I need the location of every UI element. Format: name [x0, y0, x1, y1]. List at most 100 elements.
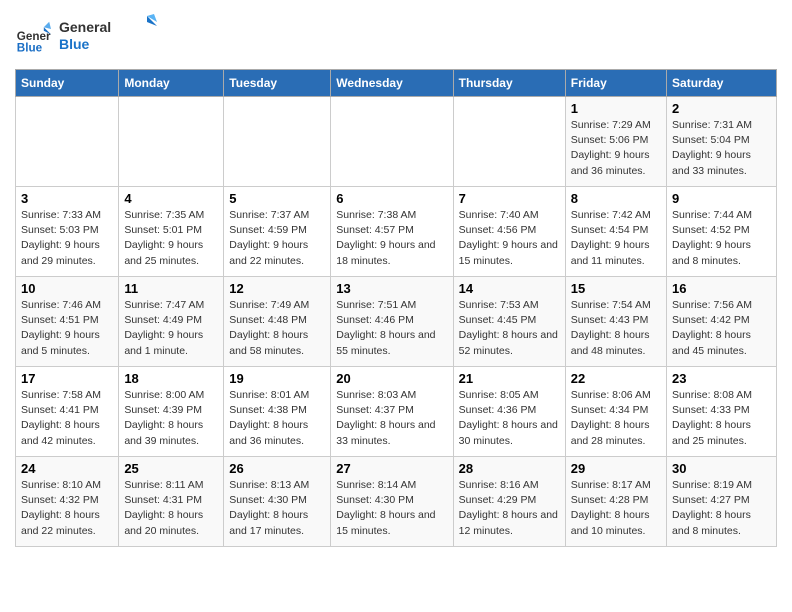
day-cell: 22 Sunrise: 8:06 AM Sunset: 4:34 PM Dayli… — [565, 367, 666, 457]
day-cell: 21Sunrise: 8:05 AM Sunset: 4:36 PM Dayli… — [453, 367, 565, 457]
day-cell: 7 Sunrise: 7:40 AM Sunset: 4:56 PM Daylig… — [453, 187, 565, 277]
day-number: 27 — [336, 461, 447, 476]
day-info: Sunrise: 7:53 AM Sunset: 4:45 PM Dayligh… — [459, 298, 560, 359]
header-cell-thursday: Thursday — [453, 70, 565, 97]
day-number: 6 — [336, 191, 447, 206]
svg-text:Blue: Blue — [17, 41, 43, 54]
day-info: Sunrise: 8:10 AM Sunset: 4:32 PM Dayligh… — [21, 478, 113, 539]
day-cell: 3 Sunrise: 7:33 AM Sunset: 5:03 PM Daylig… — [16, 187, 119, 277]
day-cell: 11Sunrise: 7:47 AM Sunset: 4:49 PM Dayli… — [119, 277, 224, 367]
day-info: Sunrise: 7:40 AM Sunset: 4:56 PM Dayligh… — [459, 208, 560, 269]
day-info: Sunrise: 7:58 AM Sunset: 4:41 PM Dayligh… — [21, 388, 113, 449]
day-number: 13 — [336, 281, 447, 296]
day-number: 1 — [571, 101, 661, 116]
day-number: 18 — [124, 371, 218, 386]
day-cell: 4Sunrise: 7:35 AM Sunset: 5:01 PM Daylig… — [119, 187, 224, 277]
day-number: 20 — [336, 371, 447, 386]
day-info: Sunrise: 7:38 AM Sunset: 4:57 PM Dayligh… — [336, 208, 447, 269]
day-cell: 2Sunrise: 7:31 AM Sunset: 5:04 PM Daylig… — [667, 97, 777, 187]
day-info: Sunrise: 8:03 AM Sunset: 4:37 PM Dayligh… — [336, 388, 447, 449]
day-cell: 27 Sunrise: 8:14 AM Sunset: 4:30 PM Dayli… — [331, 457, 453, 547]
svg-text:General: General — [59, 19, 111, 35]
day-number: 3 — [21, 191, 113, 206]
day-info: Sunrise: 7:54 AM Sunset: 4:43 PM Dayligh… — [571, 298, 661, 359]
day-info: Sunrise: 7:35 AM Sunset: 5:01 PM Dayligh… — [124, 208, 218, 269]
day-cell: 9Sunrise: 7:44 AM Sunset: 4:52 PM Daylig… — [667, 187, 777, 277]
day-number: 26 — [229, 461, 325, 476]
day-number: 16 — [672, 281, 771, 296]
header-cell-friday: Friday — [565, 70, 666, 97]
day-info: Sunrise: 7:51 AM Sunset: 4:46 PM Dayligh… — [336, 298, 447, 359]
week-row-2: 10 Sunrise: 7:46 AM Sunset: 4:51 PM Dayli… — [16, 277, 777, 367]
day-info: Sunrise: 7:49 AM Sunset: 4:48 PM Dayligh… — [229, 298, 325, 359]
day-number: 5 — [229, 191, 325, 206]
day-number: 15 — [571, 281, 661, 296]
day-cell: 17 Sunrise: 7:58 AM Sunset: 4:41 PM Dayli… — [16, 367, 119, 457]
day-info: Sunrise: 8:13 AM Sunset: 4:30 PM Dayligh… — [229, 478, 325, 539]
day-number: 12 — [229, 281, 325, 296]
calendar-body: 1Sunrise: 7:29 AM Sunset: 5:06 PM Daylig… — [16, 97, 777, 547]
day-info: Sunrise: 8:19 AM Sunset: 4:27 PM Dayligh… — [672, 478, 771, 539]
day-info: Sunrise: 8:01 AM Sunset: 4:38 PM Dayligh… — [229, 388, 325, 449]
day-number: 8 — [571, 191, 661, 206]
day-info: Sunrise: 8:06 AM Sunset: 4:34 PM Dayligh… — [571, 388, 661, 449]
day-cell — [16, 97, 119, 187]
day-info: Sunrise: 8:16 AM Sunset: 4:29 PM Dayligh… — [459, 478, 560, 539]
svg-text:Blue: Blue — [59, 36, 90, 52]
header-row: SundayMondayTuesdayWednesdayThursdayFrid… — [16, 70, 777, 97]
day-cell: 24 Sunrise: 8:10 AM Sunset: 4:32 PM Dayli… — [16, 457, 119, 547]
day-info: Sunrise: 8:14 AM Sunset: 4:30 PM Dayligh… — [336, 478, 447, 539]
day-cell: 10 Sunrise: 7:46 AM Sunset: 4:51 PM Dayli… — [16, 277, 119, 367]
day-number: 19 — [229, 371, 325, 386]
week-row-1: 3 Sunrise: 7:33 AM Sunset: 5:03 PM Daylig… — [16, 187, 777, 277]
day-info: Sunrise: 7:33 AM Sunset: 5:03 PM Dayligh… — [21, 208, 113, 269]
day-cell: 29 Sunrise: 8:17 AM Sunset: 4:28 PM Dayli… — [565, 457, 666, 547]
day-number: 28 — [459, 461, 560, 476]
day-info: Sunrise: 7:31 AM Sunset: 5:04 PM Dayligh… — [672, 118, 771, 179]
day-cell: 14 Sunrise: 7:53 AM Sunset: 4:45 PM Dayli… — [453, 277, 565, 367]
day-number: 21 — [459, 371, 560, 386]
day-cell: 16 Sunrise: 7:56 AM Sunset: 4:42 PM Dayli… — [667, 277, 777, 367]
day-info: Sunrise: 7:46 AM Sunset: 4:51 PM Dayligh… — [21, 298, 113, 359]
day-cell: 19 Sunrise: 8:01 AM Sunset: 4:38 PM Dayli… — [224, 367, 331, 457]
day-cell: 5 Sunrise: 7:37 AM Sunset: 4:59 PM Daylig… — [224, 187, 331, 277]
day-cell — [331, 97, 453, 187]
week-row-4: 24 Sunrise: 8:10 AM Sunset: 4:32 PM Dayli… — [16, 457, 777, 547]
day-number: 9 — [672, 191, 771, 206]
day-cell — [119, 97, 224, 187]
day-number: 7 — [459, 191, 560, 206]
day-info: Sunrise: 8:11 AM Sunset: 4:31 PM Dayligh… — [124, 478, 218, 539]
week-row-3: 17 Sunrise: 7:58 AM Sunset: 4:41 PM Dayli… — [16, 367, 777, 457]
day-number: 23 — [672, 371, 771, 386]
day-number: 17 — [21, 371, 113, 386]
day-cell: 26 Sunrise: 8:13 AM Sunset: 4:30 PM Dayli… — [224, 457, 331, 547]
day-info: Sunrise: 8:08 AM Sunset: 4:33 PM Dayligh… — [672, 388, 771, 449]
day-cell: 8 Sunrise: 7:42 AM Sunset: 4:54 PM Daylig… — [565, 187, 666, 277]
day-cell: 18 Sunrise: 8:00 AM Sunset: 4:39 PM Dayli… — [119, 367, 224, 457]
day-info: Sunrise: 7:56 AM Sunset: 4:42 PM Dayligh… — [672, 298, 771, 359]
day-number: 30 — [672, 461, 771, 476]
day-number: 10 — [21, 281, 113, 296]
day-cell: 20 Sunrise: 8:03 AM Sunset: 4:37 PM Dayli… — [331, 367, 453, 457]
day-number: 24 — [21, 461, 113, 476]
day-info: Sunrise: 7:42 AM Sunset: 4:54 PM Dayligh… — [571, 208, 661, 269]
day-cell: 30 Sunrise: 8:19 AM Sunset: 4:27 PM Dayli… — [667, 457, 777, 547]
day-info: Sunrise: 8:17 AM Sunset: 4:28 PM Dayligh… — [571, 478, 661, 539]
day-cell: 23 Sunrise: 8:08 AM Sunset: 4:33 PM Dayli… — [667, 367, 777, 457]
day-cell: 6 Sunrise: 7:38 AM Sunset: 4:57 PM Daylig… — [331, 187, 453, 277]
day-number: 11 — [124, 281, 218, 296]
header-cell-tuesday: Tuesday — [224, 70, 331, 97]
day-cell: 15 Sunrise: 7:54 AM Sunset: 4:43 PM Dayli… — [565, 277, 666, 367]
header-cell-monday: Monday — [119, 70, 224, 97]
day-cell: 25 Sunrise: 8:11 AM Sunset: 4:31 PM Dayli… — [119, 457, 224, 547]
day-number: 25 — [124, 461, 218, 476]
header: General Blue General Blue — [15, 10, 777, 61]
day-number: 14 — [459, 281, 560, 296]
day-number: 29 — [571, 461, 661, 476]
day-info: Sunrise: 7:37 AM Sunset: 4:59 PM Dayligh… — [229, 208, 325, 269]
day-cell: 1Sunrise: 7:29 AM Sunset: 5:06 PM Daylig… — [565, 97, 666, 187]
day-number: 22 — [571, 371, 661, 386]
calendar-header: SundayMondayTuesdayWednesdayThursdayFrid… — [16, 70, 777, 97]
calendar-table: SundayMondayTuesdayWednesdayThursdayFrid… — [15, 69, 777, 547]
day-info: Sunrise: 8:00 AM Sunset: 4:39 PM Dayligh… — [124, 388, 218, 449]
